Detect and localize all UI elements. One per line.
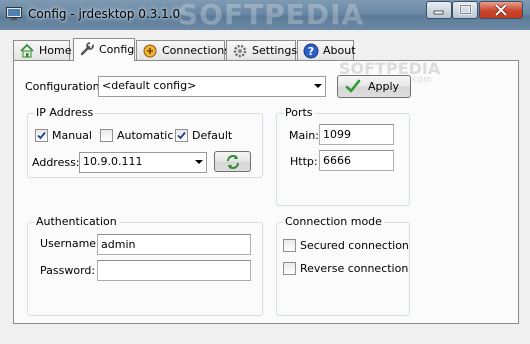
home-icon xyxy=(19,43,35,59)
ports-title: Ports xyxy=(283,106,315,119)
tab-home-label: Home xyxy=(39,44,72,57)
window-title: Config - jrdesktop 0.3.1.0 xyxy=(28,7,181,21)
connections-icon xyxy=(142,43,158,59)
config-window: Config - jrdesktop 0.3.1.0 SOFTPEDIA Hom… xyxy=(0,0,530,344)
tab-connections[interactable]: Connections xyxy=(136,40,230,60)
main-port-value: 1099 xyxy=(323,128,351,141)
manual-label: Manual xyxy=(52,129,92,142)
main-port-label: Main: xyxy=(289,129,319,142)
app-icon xyxy=(6,7,22,21)
default-checkbox[interactable] xyxy=(175,129,188,142)
configuration-value: <default config> xyxy=(102,79,197,92)
watermark-title: SOFTPEDIA xyxy=(178,0,365,31)
address-select[interactable]: 10.9.0.111 xyxy=(79,152,207,173)
reverse-connection-checkbox[interactable] xyxy=(283,262,296,275)
configuration-label: Configuration: xyxy=(25,80,104,93)
ip-address-title: IP Address xyxy=(34,106,96,119)
config-panel: SOFTPEDIA www.softpedia.com Configuratio… xyxy=(13,59,519,324)
http-port-value: 6666 xyxy=(323,154,351,167)
refresh-button[interactable] xyxy=(214,151,251,172)
tab-connections-label: Connections xyxy=(162,44,230,57)
svg-text:?: ? xyxy=(308,45,314,58)
maximize-icon xyxy=(459,4,472,15)
configuration-select[interactable]: <default config> xyxy=(98,76,326,97)
tab-config-label: Config xyxy=(99,43,135,56)
default-label: Default xyxy=(192,129,233,142)
password-label: Password: xyxy=(40,264,96,277)
maximize-button[interactable] xyxy=(452,1,478,19)
checkmark-icon xyxy=(37,131,46,140)
gear-icon xyxy=(232,43,248,59)
close-icon xyxy=(494,3,508,17)
checkmark-icon xyxy=(345,79,361,97)
chevron-down-icon xyxy=(309,77,325,96)
username-label: Username: xyxy=(40,237,100,250)
chevron-down-icon xyxy=(190,153,206,172)
tab-home[interactable]: Home xyxy=(13,40,72,60)
address-value: 10.9.0.111 xyxy=(83,155,143,168)
automatic-label: Automatic xyxy=(117,129,174,142)
tab-about-label: About xyxy=(323,44,356,57)
secured-connection-checkbox[interactable] xyxy=(283,239,296,252)
checkmark-icon xyxy=(177,131,186,140)
connection-mode-title: Connection mode xyxy=(283,215,384,228)
http-port-label: Http: xyxy=(290,155,318,168)
username-value: admin xyxy=(101,238,136,251)
help-icon: ? xyxy=(303,43,319,59)
username-field[interactable]: admin xyxy=(97,234,251,255)
tab-settings-label: Settings xyxy=(252,44,298,57)
manual-checkbox[interactable] xyxy=(35,129,48,142)
tab-config[interactable]: Config xyxy=(73,38,135,61)
automatic-checkbox[interactable] xyxy=(100,129,113,142)
password-field[interactable] xyxy=(97,260,251,281)
tab-about[interactable]: ? About xyxy=(297,40,356,60)
wrench-icon xyxy=(79,41,95,57)
minimize-icon xyxy=(433,10,444,15)
address-label: Address: xyxy=(32,156,80,169)
minimize-button[interactable] xyxy=(426,1,452,19)
apply-label: Apply xyxy=(368,80,400,93)
close-button[interactable] xyxy=(479,1,523,19)
authentication-title: Authentication xyxy=(34,215,119,228)
http-port-field[interactable]: 6666 xyxy=(319,150,394,171)
refresh-icon xyxy=(225,154,241,173)
secured-connection-label: Secured connection xyxy=(300,239,409,252)
title-bar[interactable]: Config - jrdesktop 0.3.1.0 SOFTPEDIA xyxy=(0,0,530,31)
tab-settings[interactable]: Settings xyxy=(226,40,298,60)
apply-button[interactable]: Apply xyxy=(337,75,411,98)
main-port-field[interactable]: 1099 xyxy=(319,124,394,145)
reverse-connection-label: Reverse connection xyxy=(300,262,409,275)
